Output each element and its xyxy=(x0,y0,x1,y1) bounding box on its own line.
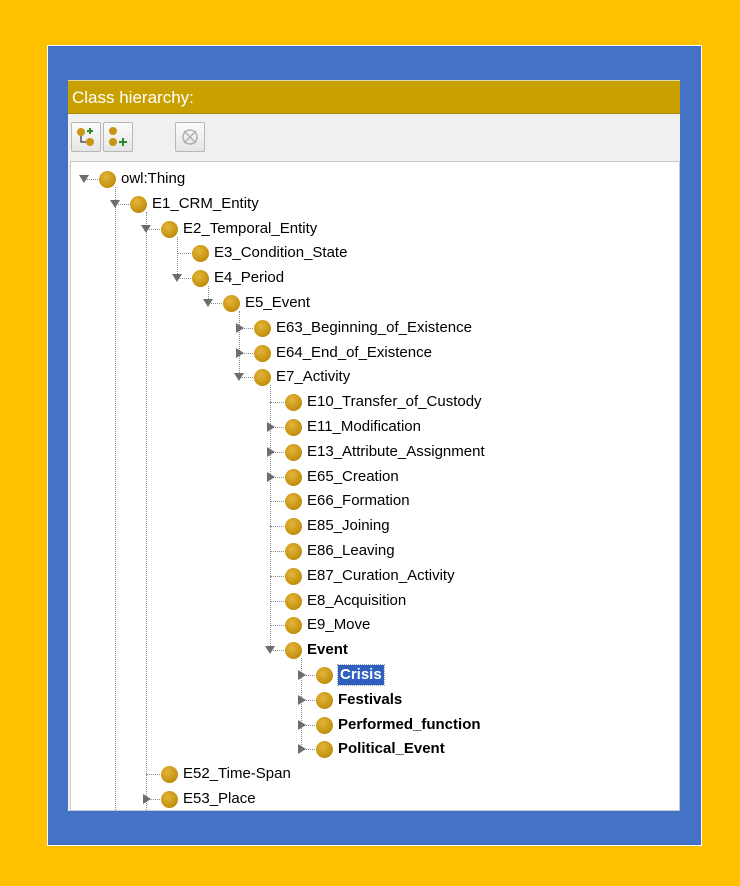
add-subclass-button[interactable] xyxy=(71,122,101,152)
add-sibling-icon xyxy=(109,127,127,146)
collapsed-toggle-icon[interactable] xyxy=(236,322,244,333)
tree-item-label[interactable]: E86_Leaving xyxy=(307,541,395,561)
class-icon xyxy=(316,716,333,734)
tree-item-label[interactable]: E52_Time-Span xyxy=(183,764,291,784)
tree-item-label[interactable]: E1_CRM_Entity xyxy=(152,194,259,214)
class-icon xyxy=(316,741,333,759)
class-icon xyxy=(285,518,302,536)
class-icon xyxy=(223,295,240,312)
class-icon xyxy=(316,691,333,709)
tree-item-label[interactable]: E13_Attribute_Assignment xyxy=(307,442,485,462)
tree-item-label[interactable]: E64_End_of_Existence xyxy=(276,343,432,363)
panel-title: Class hierarchy: xyxy=(68,80,680,114)
class-icon xyxy=(99,171,116,188)
class-icon xyxy=(285,642,302,660)
collapsed-toggle-icon[interactable] xyxy=(298,694,306,705)
tree-item-label[interactable]: Performed_function xyxy=(338,715,481,735)
tree-item-label[interactable]: E11_Modification xyxy=(307,417,421,437)
toolbar xyxy=(68,118,680,158)
tree-connector xyxy=(270,501,286,503)
class-icon xyxy=(161,766,178,784)
expanded-toggle-icon[interactable] xyxy=(110,199,120,208)
tree-item-label[interactable]: E2_Temporal_Entity xyxy=(183,219,317,239)
class-icon xyxy=(285,592,302,610)
tree-guide-line xyxy=(239,311,240,378)
class-icon xyxy=(285,567,302,585)
collapsed-toggle-icon[interactable] xyxy=(298,744,306,755)
tree-item-label[interactable]: owl:Thing xyxy=(121,169,185,189)
class-icon xyxy=(285,468,302,486)
expanded-toggle-icon[interactable] xyxy=(79,175,89,183)
tree-item-label[interactable]: E5_Event xyxy=(245,293,310,313)
collapsed-toggle-icon[interactable] xyxy=(267,422,275,432)
collapsed-toggle-icon[interactable] xyxy=(298,719,306,730)
tree-item-label[interactable]: E65_Creation xyxy=(307,467,399,487)
class-icon xyxy=(285,543,302,560)
class-icon xyxy=(254,319,271,337)
class-icon xyxy=(285,394,302,412)
delete-class-icon xyxy=(182,129,198,145)
tree-connector xyxy=(270,625,286,627)
add-sibling-button[interactable] xyxy=(103,122,133,152)
collapsed-toggle-icon[interactable] xyxy=(298,670,306,680)
expanded-toggle-icon[interactable] xyxy=(141,224,151,233)
tree-item-label[interactable]: E8_Acquisition xyxy=(307,591,406,611)
collapsed-toggle-icon[interactable] xyxy=(236,347,244,358)
tree-connector xyxy=(270,551,286,552)
tree-item-label[interactable]: E7_Activity xyxy=(276,367,350,387)
tree-item-label[interactable]: Event xyxy=(307,640,348,660)
expanded-toggle-icon[interactable] xyxy=(203,299,213,307)
tree-item-label[interactable]: E63_Beginning_of_Existence xyxy=(276,318,472,338)
collapsed-toggle-icon[interactable] xyxy=(143,794,151,804)
tree-guide-line xyxy=(177,236,178,279)
delete-class-button[interactable] xyxy=(175,122,205,152)
tree-connector xyxy=(270,600,286,602)
add-subclass-icon xyxy=(77,128,94,146)
tree-item-label[interactable]: E53_Place xyxy=(183,789,256,809)
class-icon xyxy=(316,667,333,684)
class-icon xyxy=(130,195,147,213)
expanded-toggle-icon[interactable] xyxy=(265,646,275,655)
class-hierarchy-panel: Class hierarchy: owl:Thing E1_CRM_Entity… xyxy=(68,80,680,811)
tree-item-label[interactable]: E87_Curation_Activity xyxy=(307,566,455,586)
tree-item-label[interactable]: Crisis xyxy=(337,664,385,686)
tree-item-label[interactable]: E10_Transfer_of_Custody xyxy=(307,392,482,412)
tree-connector xyxy=(146,774,162,776)
collapsed-toggle-icon[interactable] xyxy=(267,471,275,482)
expanded-toggle-icon[interactable] xyxy=(234,373,244,382)
class-icon xyxy=(254,369,271,387)
tree-item-label[interactable]: E66_Formation xyxy=(307,491,410,511)
class-icon xyxy=(161,791,178,808)
tree-item-label[interactable]: E85_Joining xyxy=(307,516,390,536)
tree-item-label[interactable]: E9_Move xyxy=(307,615,370,635)
class-icon xyxy=(192,270,209,288)
tree-connector xyxy=(177,253,193,255)
class-icon xyxy=(161,220,178,238)
tree-guide-line xyxy=(115,187,116,810)
tree-item-label[interactable]: E3_Condition_State xyxy=(214,243,347,263)
class-icon xyxy=(285,443,302,461)
class-icon xyxy=(285,493,302,511)
class-icon xyxy=(285,419,302,436)
tree-connector xyxy=(270,526,286,528)
class-icon xyxy=(285,617,302,635)
tree-connector xyxy=(270,402,286,404)
tree-item-label[interactable]: Festivals xyxy=(338,690,402,710)
tree-item-label[interactable]: E4_Period xyxy=(214,268,284,288)
class-icon xyxy=(254,344,271,362)
class-icon xyxy=(192,245,209,263)
class-tree: owl:Thing E1_CRM_Entity E2_Temporal_Entity… xyxy=(70,161,680,811)
expanded-toggle-icon[interactable] xyxy=(172,274,182,283)
tree-connector xyxy=(270,575,286,577)
tree-guide-line xyxy=(146,211,147,810)
collapsed-toggle-icon[interactable] xyxy=(267,446,275,457)
tree-item-label[interactable]: Political_Event xyxy=(338,739,445,759)
